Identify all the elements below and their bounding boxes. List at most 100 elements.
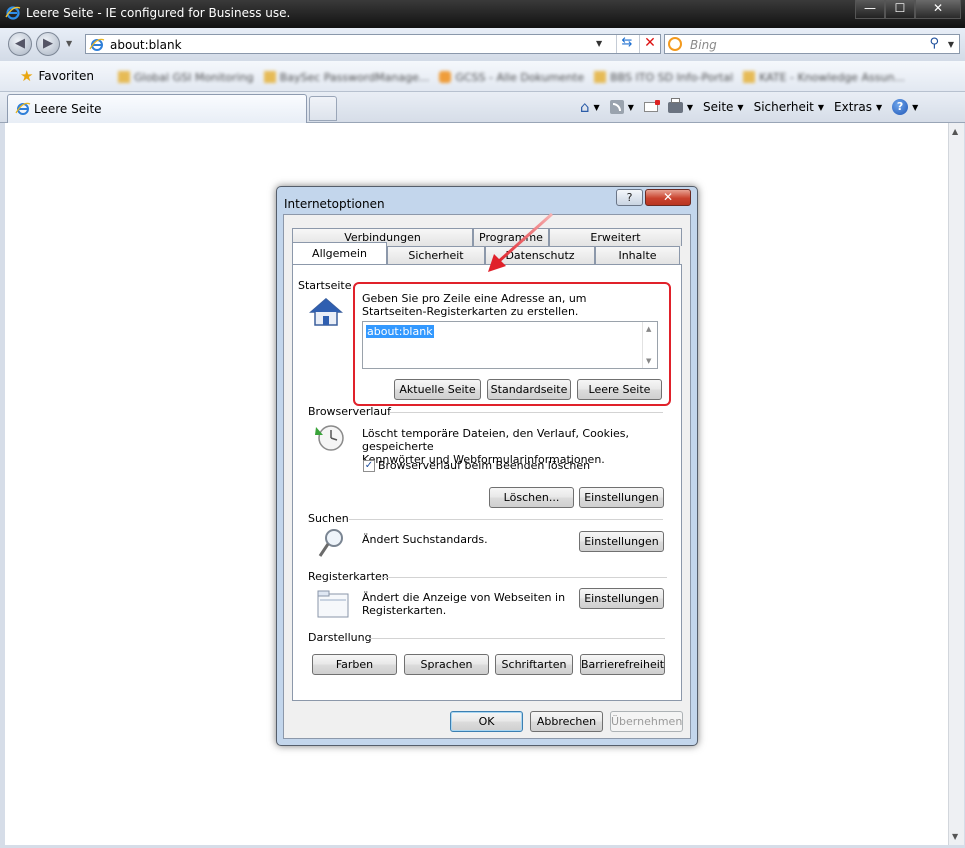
search-dropdown-icon[interactable]: ▼ — [948, 40, 954, 49]
default-page-button[interactable]: Standardseite — [487, 379, 571, 400]
help-icon: ? — [892, 99, 909, 115]
search-icon[interactable]: ⚲ — [929, 36, 939, 51]
page-menu[interactable]: Seite ▼ — [698, 100, 749, 114]
favorite-page-icon — [743, 71, 756, 83]
history-settings-button[interactable]: Einstellungen — [579, 487, 664, 508]
house-icon — [309, 298, 343, 326]
favorite-page-icon — [439, 71, 452, 83]
delete-on-exit-checkbox[interactable]: ✓ — [363, 460, 375, 472]
favorite-link[interactable]: Global GSI Monitoring — [118, 68, 254, 86]
mail-button[interactable] — [639, 100, 663, 112]
vertical-scrollbar[interactable]: ▲ ▼ — [948, 123, 964, 845]
tools-menu[interactable]: Extras ▼ — [829, 100, 887, 114]
minimize-button[interactable]: — — [855, 0, 885, 19]
fonts-button[interactable]: Schriftarten — [495, 654, 573, 675]
tab-leere-seite[interactable]: Leere Seite — [7, 94, 307, 123]
home-button[interactable]: ⌂ ▼ — [575, 98, 605, 116]
chevron-down-icon: ▼ — [686, 102, 693, 112]
colors-button[interactable]: Farben — [312, 654, 397, 675]
favorite-link[interactable]: GCSS - Alle Dokumente — [439, 68, 584, 86]
tab-allgemein[interactable]: Allgemein — [292, 242, 387, 264]
address-bar[interactable]: about:blank ▼ ⇆ ✕ — [85, 34, 661, 54]
scroll-up-icon[interactable]: ▲ — [646, 325, 651, 333]
refresh-icon[interactable]: ⇆ — [616, 35, 637, 53]
tab-sicherheit[interactable]: Sicherheit — [387, 246, 485, 264]
homepage-value: about:blank — [366, 325, 434, 338]
scroll-down-icon[interactable]: ▼ — [646, 357, 651, 365]
favorite-link-label: Global GSI Monitoring — [134, 70, 254, 84]
bing-icon — [668, 37, 682, 51]
delete-history-button[interactable]: Löschen... — [489, 487, 574, 508]
favorites-button[interactable]: ★ Favoriten — [14, 65, 100, 87]
magnifier-icon — [318, 529, 343, 557]
blank-page-button[interactable]: Leere Seite — [577, 379, 662, 400]
maximize-button[interactable]: ☐ — [885, 0, 915, 19]
stop-icon[interactable]: ✕ — [639, 35, 660, 53]
tab-erweitert[interactable]: Erweitert — [549, 228, 682, 246]
favorite-link[interactable]: KATE - Knowledge Assun... — [743, 68, 905, 86]
print-button[interactable]: ▼ — [663, 97, 698, 113]
safety-menu[interactable]: Sicherheit ▼ — [749, 100, 829, 114]
favorites-bar: ★ Favoriten Global GSI Monitoring BaySec… — [0, 61, 965, 92]
chevron-down-icon: ▼ — [912, 102, 919, 112]
close-button[interactable]: ✕ — [915, 0, 961, 19]
section-divider — [349, 519, 663, 520]
dialog-close-button[interactable]: ✕ — [645, 189, 691, 206]
tabs-description-line: Ändert die Anzeige von Webseiten in — [362, 591, 566, 604]
appearance-section-label: Darstellung — [308, 631, 372, 644]
address-dropdown-icon[interactable]: ▼ — [596, 39, 602, 48]
scroll-down-icon[interactable]: ▼ — [952, 832, 958, 841]
search-description: Ändert Suchstandards. — [362, 533, 488, 546]
tabs-description-line: Registerkarten. — [362, 604, 447, 617]
homepage-textarea[interactable]: about:blank ▲ ▼ — [362, 321, 658, 369]
textarea-scrollbar[interactable]: ▲ ▼ — [642, 322, 657, 368]
search-settings-button[interactable]: Einstellungen — [579, 531, 664, 552]
favorite-link-label: BBS ITO SD Info-Portal — [610, 70, 734, 84]
chevron-down-icon: ▼ — [627, 102, 634, 112]
tabs-section-label: Registerkarten — [308, 570, 389, 583]
tab-label: Leere Seite — [34, 102, 102, 116]
tab-page-icon — [15, 102, 31, 115]
homepage-description-line: Startseiten-Registerkarten zu erstellen. — [362, 305, 579, 318]
cancel-button[interactable]: Abbrechen — [530, 711, 603, 732]
feeds-button[interactable]: ▼ — [605, 100, 639, 114]
favorite-link[interactable]: BaySec PasswordManage... — [263, 68, 430, 86]
new-tab-button[interactable] — [309, 96, 337, 121]
address-row: ◀ ▶ ▼ about:blank ▼ ⇆ ✕ Bing ⚲ ▼ — [0, 28, 965, 61]
help-button[interactable]: ? ▼ — [887, 99, 923, 115]
history-dropdown-icon[interactable]: ▼ — [66, 39, 72, 48]
search-box[interactable]: Bing ⚲ ▼ — [664, 34, 960, 54]
printer-icon — [667, 97, 683, 113]
tabs-settings-button[interactable]: Einstellungen — [579, 588, 664, 609]
history-description-line: Löscht temporäre Dateien, den Verlauf, C… — [362, 427, 629, 453]
delete-on-exit-label: Browserverlauf beim Beenden löschen — [378, 459, 591, 472]
current-page-button[interactable]: Aktuelle Seite — [394, 379, 481, 400]
scroll-up-icon[interactable]: ▲ — [952, 127, 958, 136]
window-title: Leere Seite - IE configured for Business… — [26, 6, 291, 20]
dialog-title: Internetoptionen — [284, 197, 385, 211]
favorite-link-label: BaySec PasswordManage... — [279, 70, 430, 84]
dialog-body: Verbindungen Programme Erweitert Allgeme… — [283, 214, 691, 739]
chevron-down-icon: ▼ — [875, 102, 883, 112]
languages-button[interactable]: Sprachen — [404, 654, 489, 675]
rss-icon — [609, 100, 624, 114]
address-input[interactable]: about:blank — [110, 38, 182, 52]
tabs-description: Ändert die Anzeige von Webseiten in Regi… — [362, 591, 565, 617]
favorite-link-label: KATE - Knowledge Assun... — [759, 70, 905, 84]
tab-row: Leere Seite ⌂ ▼ ▼ ▼ Seite ▼ Sicherheit ▼ Ex… — [0, 92, 965, 123]
tools-menu-label: Extras — [834, 100, 872, 114]
section-divider — [369, 638, 665, 639]
favorites-label: Favoriten — [38, 69, 95, 83]
apply-button[interactable]: Übernehmen — [610, 711, 683, 732]
accessibility-button[interactable]: Barrierefreiheit — [580, 654, 665, 675]
command-bar: ⌂ ▼ ▼ ▼ Seite ▼ Sicherheit ▼ Extras ▼ ? ▼ — [575, 96, 923, 118]
section-divider — [383, 577, 667, 578]
favorite-link[interactable]: BBS ITO SD Info-Portal — [594, 68, 733, 86]
back-button[interactable]: ◀ — [8, 32, 32, 56]
search-input[interactable]: Bing — [690, 38, 717, 52]
search-section-label: Suchen — [308, 512, 349, 525]
forward-button[interactable]: ▶ — [36, 32, 60, 56]
tab-inhalte[interactable]: Inhalte — [595, 246, 680, 264]
dialog-help-button[interactable]: ? — [616, 189, 643, 206]
ok-button[interactable]: OK — [450, 711, 523, 732]
